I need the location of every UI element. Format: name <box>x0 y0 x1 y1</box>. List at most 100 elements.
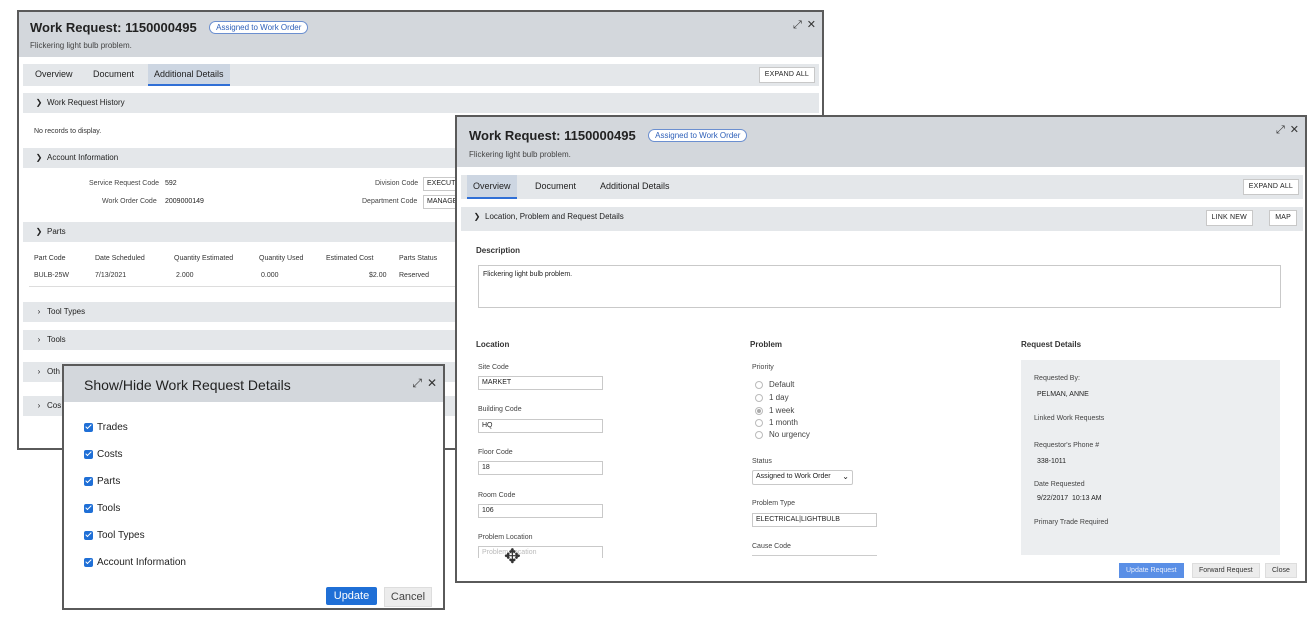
status-label: Status <box>752 458 772 465</box>
section-title: Account Information <box>47 153 119 162</box>
close-icon[interactable]: ✕ <box>427 376 437 390</box>
status-select[interactable]: Assigned to Work Order ⌄ <box>752 470 853 485</box>
site-code-input[interactable]: MARKET <box>478 376 603 390</box>
table-cell: 7/13/2021 <box>95 272 127 279</box>
checkbox-checked-icon <box>84 422 93 432</box>
show-hide-details-dialog: Show/Hide Work Request Details ⤢ ✕ Trades… <box>62 364 445 610</box>
link-new-button[interactable]: LINK NEW <box>1205 210 1253 226</box>
move-cursor-icon: ✥ <box>504 546 521 568</box>
checkbox-trades[interactable]: Trades <box>84 422 128 433</box>
section-title: Tool Types <box>47 307 86 316</box>
linked-work-requests-label: Linked Work Requests <box>1034 415 1105 422</box>
dialog-update-button[interactable]: Update <box>326 587 377 605</box>
section-title: Location, Problem and Request Details <box>485 212 624 221</box>
expand-icon[interactable]: ⤢ <box>793 19 802 31</box>
cause-code-input[interactable] <box>752 555 877 556</box>
expand-icon[interactable]: ⤢ <box>1276 124 1285 136</box>
dialog-header: Show/Hide Work Request Details ⤢ ✕ <box>64 366 443 402</box>
front-window-subtitle: Flickering light bulb problem. <box>469 150 571 159</box>
front-tab-document[interactable]: Document <box>529 175 582 197</box>
radio-icon <box>755 380 763 389</box>
checkbox-account-information[interactable]: Account Information <box>84 557 186 568</box>
checkbox-label: Costs <box>97 449 123 460</box>
radio-icon <box>755 393 763 402</box>
section-location-problem-request[interactable]: ❯ Location, Problem and Request Details L… <box>461 207 1303 231</box>
back-window-title: Work Request: 1150000495 <box>30 20 197 35</box>
col-header: Quantity Estimated <box>174 255 234 262</box>
priority-option-1-month[interactable]: 1 month <box>755 418 798 427</box>
front-tab-overview[interactable]: Overview <box>467 175 517 199</box>
room-code-label: Room Code <box>478 492 516 499</box>
checkbox-checked-icon <box>84 557 93 567</box>
requestor-phone-value: 338-1011 <box>1037 458 1067 465</box>
problem-heading: Problem <box>750 340 783 349</box>
checkbox-tool-types[interactable]: Tool Types <box>84 530 145 541</box>
table-cell: BULB-25W <box>34 272 70 279</box>
dialog-title: Show/Hide Work Request Details <box>84 377 291 393</box>
update-request-button[interactable]: Update Request <box>1119 563 1184 578</box>
back-status-badge: Assigned to Work Order <box>209 21 309 35</box>
section-title: Parts <box>47 227 66 236</box>
back-tab-document[interactable]: Document <box>87 64 140 84</box>
table-cell: 2.000 <box>176 272 194 279</box>
forward-request-button[interactable]: Forward Request <box>1192 563 1260 578</box>
priority-option-1-week[interactable]: 1 week <box>755 406 794 415</box>
checkbox-checked-icon <box>84 503 93 513</box>
floor-code-input[interactable]: 18 <box>478 461 603 475</box>
priority-label-text: 1 week <box>769 406 795 415</box>
problem-type-label: Problem Type <box>752 500 796 507</box>
section-work-request-history[interactable]: ❯ Work Request History <box>23 93 819 113</box>
back-tab-bar: Overview Document Additional Details EXP… <box>23 64 819 86</box>
site-code-label: Site Code <box>478 364 509 371</box>
radio-icon <box>755 430 763 439</box>
col-header: Parts Status <box>399 255 438 262</box>
front-tab-additional-details[interactable]: Additional Details <box>594 175 676 197</box>
priority-option-1-day[interactable]: 1 day <box>755 393 789 402</box>
priority-label: Priority <box>752 364 774 371</box>
table-cell: 0.000 <box>261 272 279 279</box>
chevron-right-icon: › <box>37 401 41 410</box>
history-empty-text: No records to display. <box>34 128 102 135</box>
checkbox-costs[interactable]: Costs <box>84 449 123 460</box>
description-textarea[interactable]: Flickering light bulb problem. <box>478 265 1281 308</box>
close-icon[interactable]: ✕ <box>807 19 816 31</box>
building-code-input[interactable]: HQ <box>478 419 603 433</box>
floor-code-label: Floor Code <box>478 449 513 456</box>
close-icon[interactable]: ✕ <box>1290 124 1299 136</box>
checkbox-checked-icon <box>84 476 93 486</box>
expand-icon[interactable]: ⤢ <box>412 376 422 390</box>
date-requested-label: Date Requested <box>1034 481 1085 488</box>
building-code-label: Building Code <box>478 406 522 413</box>
date-requested-value: 9/22/2017 10:13 AM <box>1037 495 1102 502</box>
checkbox-parts[interactable]: Parts <box>84 476 120 487</box>
priority-label-text: 1 day <box>769 393 789 402</box>
front-window-title: Work Request: 1150000495 <box>469 128 636 143</box>
chevron-down-icon: ❯ <box>473 212 481 221</box>
status-select-value: Assigned to Work Order <box>756 473 831 480</box>
front-expand-all-button[interactable]: EXPAND ALL <box>1242 179 1299 195</box>
col-header: Date Scheduled <box>95 255 145 262</box>
problem-type-input[interactable]: ELECTRICAL|LIGHTBULB <box>752 513 877 527</box>
dialog-cancel-button[interactable]: Cancel <box>384 587 432 607</box>
request-details-heading: Request Details <box>1021 340 1082 349</box>
back-tab-overview[interactable]: Overview <box>29 64 79 84</box>
back-tab-additional-details[interactable]: Additional Details <box>148 64 230 86</box>
chevron-right-icon: › <box>37 367 41 376</box>
back-expand-all-button[interactable]: EXPAND ALL <box>758 67 815 83</box>
problem-location-input[interactable]: Problem Location <box>478 546 603 558</box>
priority-option-no-urgency[interactable]: No urgency <box>755 430 810 439</box>
radio-selected-icon <box>755 406 763 415</box>
chevron-right-icon: › <box>37 335 41 344</box>
close-button[interactable]: Close <box>1265 563 1297 578</box>
checkbox-label: Trades <box>97 422 128 433</box>
priority-label-text: No urgency <box>769 430 810 439</box>
checkbox-tools[interactable]: Tools <box>84 503 120 514</box>
section-title: Oth <box>47 367 60 376</box>
primary-trade-label: Primary Trade Required <box>1034 519 1109 526</box>
map-button[interactable]: MAP <box>1269 210 1297 226</box>
table-cell: $2.00 <box>369 272 387 279</box>
priority-option-default[interactable]: Default <box>755 380 794 389</box>
checkbox-checked-icon <box>84 449 93 459</box>
chevron-down-icon: ❯ <box>35 153 43 162</box>
room-code-input[interactable]: 106 <box>478 504 603 518</box>
